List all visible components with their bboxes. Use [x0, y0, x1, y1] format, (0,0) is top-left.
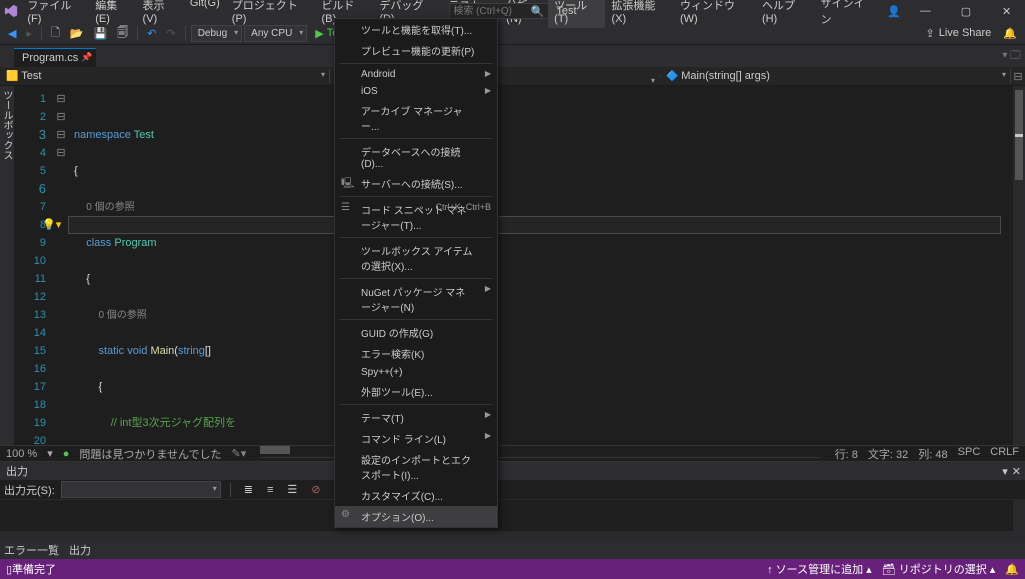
status-ready: 準備完了 [12, 561, 56, 577]
menu-item[interactable]: コマンド ライン(L)▶ [335, 428, 497, 449]
lightbulb-icon[interactable]: 💡▾ [42, 218, 61, 231]
config-combo[interactable]: Debug [191, 25, 242, 42]
doc-tab[interactable]: Program.cs📌 [14, 48, 96, 67]
solution-name: Test [556, 5, 576, 17]
status-src[interactable]: ↑ ソース管理に追加 ▴ [767, 561, 872, 577]
output-clear[interactable]: ≣ [240, 481, 257, 498]
menu-1[interactable]: 編集(E) [89, 0, 136, 28]
menu-item[interactable]: プレビュー機能の更新(P) [335, 40, 497, 61]
output-from-label: 出力元(S): [4, 482, 55, 498]
editor-statusline: 100 %▾ ●問題は見つかりませんでした ✎▾ 行: 8 文字: 32 列: … [0, 445, 1025, 461]
menu-item[interactable]: ツールボックス アイテムの選択(X)... [335, 240, 497, 276]
liveshare-icon: ⇪ [925, 27, 934, 40]
output-title: 出力 [6, 463, 28, 479]
nav-project[interactable]: 🟨 Test [0, 69, 330, 83]
menu-item[interactable]: コード スニペット マネージャー(T)...☰Ctrl+K, Ctrl+B [335, 199, 497, 235]
menu-item[interactable]: オプション(O)...⚙ [335, 506, 497, 527]
menu-item[interactable]: Spy++(+) [335, 364, 497, 381]
menu-item[interactable]: GUID の作成(G) [335, 322, 497, 343]
menu-11[interactable]: ウィンドウ(W) [674, 0, 756, 28]
output-close[interactable]: ✕ [1012, 465, 1021, 478]
output-source-combo[interactable] [61, 481, 221, 498]
maximize-button[interactable]: ▢ [950, 0, 983, 22]
nav-member[interactable]: 🔷 Main(string[] args) [660, 69, 1011, 83]
menu-item[interactable]: カスタマイズ(C)... [335, 485, 497, 506]
menu-item[interactable]: iOS▶ [335, 83, 497, 100]
tools-menu: ツールと機能を取得(T)...プレビュー機能の更新(P) Android▶iOS▶… [334, 18, 498, 528]
line-gutter: 1234567891011121314151617181920 [14, 86, 54, 445]
output-wrap[interactable]: ≡ [263, 482, 277, 498]
menu-2[interactable]: 表示(V) [137, 0, 184, 28]
status-bell[interactable]: 🔔 [1005, 563, 1019, 576]
menu-item[interactable]: アーカイブ マネージャー... [335, 100, 497, 136]
editor-vscroll[interactable] [1013, 86, 1025, 445]
menu-12[interactable]: ヘルプ(H) [756, 0, 814, 28]
output-pin[interactable]: ▾ [1002, 465, 1008, 478]
close-button[interactable]: ✕ [990, 0, 1023, 22]
notif-icon[interactable]: 🔔 [999, 25, 1021, 42]
tab-overflow[interactable]: ▾ 🗔 [1002, 48, 1021, 65]
menu-item[interactable]: Android▶ [335, 66, 497, 83]
menu-item[interactable]: サーバーへの接続(S)...🖳 [335, 173, 497, 194]
split-icon[interactable]: ⊟ [1011, 70, 1025, 83]
menu-item[interactable]: テーマ(T)▶ [335, 407, 497, 428]
tab-errorlist[interactable]: エラー一覧 [4, 542, 59, 558]
user-icon[interactable]: 👤 [887, 5, 901, 18]
menu-item[interactable]: データベースへの接続(D)... [335, 141, 497, 173]
fold-column: ⊟⊟⊟⊟ [54, 86, 68, 445]
menu-item[interactable]: 設定のインポートとエクスポート(I)... [335, 449, 497, 485]
menu-item[interactable]: 外部ツール(E)... [335, 381, 497, 402]
side-toolbox[interactable]: ツールボックス [0, 86, 14, 445]
signin-link[interactable]: サインイン [814, 0, 879, 27]
vs-logo [0, 4, 21, 18]
output-toggle[interactable]: ☰ [283, 481, 301, 498]
search-icon: 🔍 [531, 5, 545, 18]
platform-combo[interactable]: Any CPU [244, 25, 307, 42]
code-editor[interactable]: namespace Test { 0 個の参照 class Program { … [68, 86, 1013, 445]
menu-item[interactable]: ツールと機能を取得(T)... [335, 19, 497, 40]
menu-10[interactable]: 拡張機能(X) [605, 0, 673, 28]
menu-item[interactable]: NuGet パッケージ マネージャー(N)▶ [335, 281, 497, 317]
output-cancel[interactable]: ⊘ [307, 481, 324, 498]
tab-output[interactable]: 出力 [69, 542, 91, 558]
liveshare-button[interactable]: ⇪Live Share [925, 27, 991, 40]
menu-0[interactable]: ファイル(F) [21, 0, 89, 28]
status-repo[interactable]: 🗃 リポジトリの選択 ▴ [882, 561, 996, 577]
output-body [0, 500, 1025, 541]
menu-item[interactable]: エラー検索(K) [335, 343, 497, 364]
nav-back[interactable]: ◀ [4, 25, 20, 42]
pin-icon[interactable]: 📌 [81, 52, 92, 63]
minimize-button[interactable]: — [909, 0, 942, 22]
